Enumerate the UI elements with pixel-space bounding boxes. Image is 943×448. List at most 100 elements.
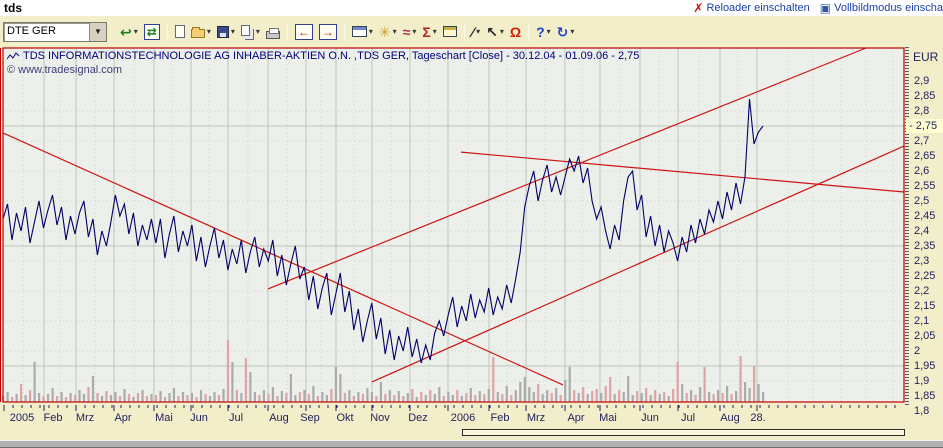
volume-bar (483, 394, 485, 402)
fullscreen-link[interactable]: ▣Vollbildmodus einscha (820, 1, 943, 15)
open-folder-button[interactable]: ▾ (188, 21, 214, 43)
indicator-sparkle-icon: ✳ (379, 22, 391, 42)
copy-button[interactable]: ▾ (238, 21, 263, 43)
y-axis-label: 2,85 (914, 90, 935, 102)
volume-bar (25, 395, 27, 402)
chevron-down-icon: ▾ (134, 27, 138, 36)
volume-bar (213, 392, 215, 402)
chart-type-button[interactable]: ▾ (349, 21, 376, 43)
forward-button[interactable]: → (316, 21, 340, 43)
volume-bar (137, 393, 139, 402)
volume-bar (366, 388, 368, 402)
volume-bar (726, 386, 728, 402)
open-folder-icon (191, 29, 205, 38)
volume-bar (623, 392, 625, 402)
volume-bar (11, 397, 13, 402)
chart-scrollbar-thumb[interactable] (462, 429, 905, 436)
volume-bar (70, 393, 72, 402)
chart-style-button[interactable]: ≈▾ (400, 21, 420, 43)
volume-bar (61, 392, 63, 402)
pointer-button[interactable]: ↖▾ (483, 21, 507, 43)
volume-bar (690, 390, 692, 402)
volume-bar (389, 390, 391, 402)
volume-bar (528, 387, 530, 402)
volume-bar (416, 397, 418, 402)
print-button[interactable] (263, 21, 283, 43)
x-axis-label: Okt (336, 412, 353, 424)
volume-bar (335, 367, 337, 402)
volume-bar (708, 392, 710, 402)
undo-button[interactable]: ↩▾ (117, 21, 141, 43)
x-axis-label: Dez (408, 412, 428, 424)
chevron-down-icon: ▾ (256, 27, 260, 36)
toolbar-separator (344, 22, 345, 42)
y-axis-label: 2,3 (914, 255, 929, 267)
volume-bar (204, 394, 206, 402)
volume-bar (672, 389, 674, 402)
y-axis-label: 2,55 (914, 180, 935, 192)
volume-bar (384, 394, 386, 402)
statistics-button[interactable]: Σ▾ (419, 21, 439, 43)
volume-bar (560, 395, 562, 402)
y-axis-label: 2,4 (914, 225, 929, 237)
save-icon (217, 26, 229, 38)
x-axis-label: Apr (567, 412, 584, 424)
volume-bar (285, 393, 287, 402)
y-axis: EUR 2,92,852,8- 2,752,72,652,62,552,52,4… (905, 47, 943, 426)
volume-bar (695, 395, 697, 402)
chart-window-icon (352, 26, 367, 37)
x-axis-label: Mrz (76, 412, 94, 424)
reloader-link[interactable]: ✗Reloader einschalten (693, 1, 809, 15)
new-document-button[interactable] (172, 21, 188, 43)
chevron-down-icon: ▾ (231, 27, 235, 36)
volume-bar (600, 393, 602, 402)
refresh-button[interactable]: ↻▾ (554, 21, 578, 43)
forward-arrow-icon: → (319, 24, 337, 40)
volume-bar (357, 392, 359, 402)
toolbar-separator (287, 22, 288, 42)
volume-bar (92, 376, 94, 402)
volume-bar (524, 377, 526, 402)
back-button[interactable]: ← (292, 21, 316, 43)
volume-bar (627, 376, 629, 402)
save-button[interactable]: ▾ (214, 21, 238, 43)
volume-bar (663, 392, 665, 402)
volume-bar (123, 389, 125, 402)
reload-data-button[interactable]: ⇄ (141, 21, 163, 43)
volume-bar (668, 396, 670, 402)
volume-bar (762, 392, 764, 402)
draw-line-button[interactable]: ∕▾ (469, 21, 483, 43)
x-axis-label: Jul (681, 412, 695, 424)
volume-bar (749, 388, 751, 402)
volume-bar (236, 390, 238, 402)
insert-indicator-button[interactable]: ✳▾ (376, 21, 400, 43)
symbol-select-value: DTE GER (4, 23, 89, 41)
volume-bar (110, 395, 112, 402)
volume-bar (146, 396, 148, 402)
help-button[interactable]: ?▾ (533, 21, 554, 43)
y-axis-label: 1,8 (914, 405, 929, 417)
volume-bar (456, 390, 458, 402)
volume-bar (474, 395, 476, 402)
volume-bar (470, 388, 472, 402)
volume-bar (713, 394, 715, 402)
volume-bar (47, 394, 49, 402)
chevron-down-icon[interactable]: ▼ (89, 23, 106, 41)
undo-icon: ↩ (120, 22, 132, 42)
properties-button[interactable] (440, 21, 460, 43)
y-axis-label: 1,95 (914, 360, 935, 372)
volume-bar (132, 397, 134, 402)
symbol-select[interactable]: DTE GER ▼ (3, 22, 107, 42)
volume-bar (290, 374, 292, 402)
volume-bar (164, 397, 166, 402)
x-axis-label: Jun (641, 412, 659, 424)
chevron-down-icon: ▾ (393, 27, 397, 36)
volume-bar (119, 396, 121, 402)
magnet-button[interactable]: Ω (507, 21, 524, 43)
price-chart-svg[interactable] (0, 47, 905, 405)
volume-bar (546, 390, 548, 402)
volume-bar (551, 393, 553, 402)
volume-bar (218, 395, 220, 402)
volume-bar (569, 367, 571, 402)
chart-scrollbar[interactable] (0, 426, 943, 440)
